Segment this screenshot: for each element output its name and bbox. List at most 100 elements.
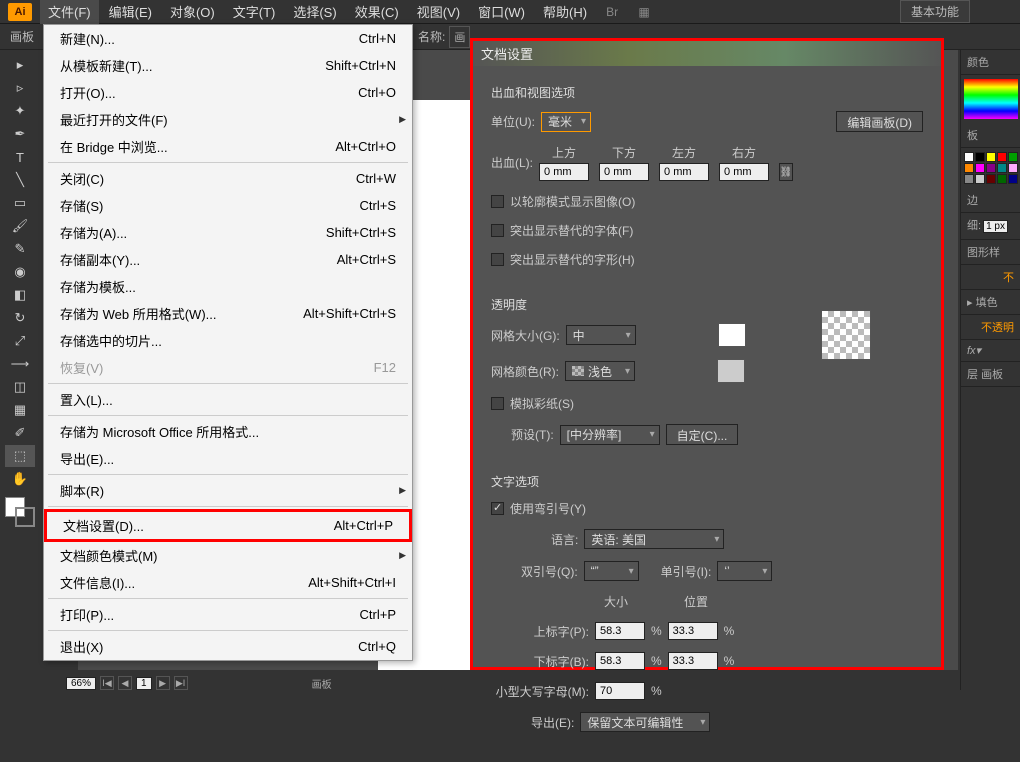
- workspace-switcher[interactable]: 基本功能: [900, 0, 970, 23]
- free-transform-tool[interactable]: ◫: [5, 376, 35, 398]
- color-swatch[interactable]: [986, 163, 996, 173]
- simulate-paper-checkbox[interactable]: [491, 397, 504, 410]
- selection-tool[interactable]: ▸: [5, 54, 35, 76]
- panel-tab[interactable]: 不: [961, 265, 1020, 290]
- color-swatch[interactable]: [975, 163, 985, 173]
- color-swatch[interactable]: [964, 152, 974, 162]
- file-menu-item[interactable]: 在 Bridge 中浏览...Alt+Ctrl+O: [44, 133, 412, 160]
- swatch-grid[interactable]: [964, 152, 1018, 184]
- file-menu-item[interactable]: 打开(O)...Ctrl+O: [44, 79, 412, 106]
- menu-object[interactable]: 对象(O): [162, 0, 223, 24]
- zoom-field[interactable]: 66%: [66, 677, 96, 690]
- bridge-icon[interactable]: Br: [600, 2, 624, 22]
- hand-tool[interactable]: ✋: [5, 468, 35, 490]
- file-menu-item[interactable]: 置入(L)...: [44, 386, 412, 413]
- file-menu-item[interactable]: 存储为 Microsoft Office 所用格式...: [44, 418, 412, 445]
- file-menu-item[interactable]: 存储为 Web 所用格式(W)...Alt+Shift+Ctrl+S: [44, 300, 412, 327]
- eraser-tool[interactable]: ◧: [5, 284, 35, 306]
- file-menu-item[interactable]: 文档颜色模式(M): [44, 542, 412, 569]
- file-menu-item[interactable]: 存储选中的切片...: [44, 327, 412, 354]
- file-menu-item[interactable]: 退出(X)Ctrl+Q: [44, 633, 412, 660]
- highlight-glyphs-checkbox[interactable]: [491, 253, 504, 266]
- preset-dropdown[interactable]: [中分辨率]: [560, 425, 660, 445]
- custom-button[interactable]: 自定(C)...: [666, 424, 739, 445]
- last-page-button[interactable]: ▶I: [174, 676, 188, 690]
- type-tool[interactable]: T: [5, 146, 35, 168]
- outline-checkbox[interactable]: [491, 195, 504, 208]
- next-page-button[interactable]: ▶: [156, 676, 170, 690]
- background-swatch[interactable]: [15, 507, 35, 527]
- panel-tab[interactable]: 不透明: [961, 315, 1020, 340]
- bleed-bottom-input[interactable]: [599, 163, 649, 181]
- menu-view[interactable]: 视图(V): [409, 0, 468, 24]
- menu-help[interactable]: 帮助(H): [535, 0, 595, 24]
- grid-size-dropdown[interactable]: 中: [566, 325, 636, 345]
- file-menu-item[interactable]: 存储为模板...: [44, 273, 412, 300]
- sub-size-input[interactable]: [595, 652, 645, 670]
- color-swatch[interactable]: [1008, 174, 1018, 184]
- menu-edit[interactable]: 编辑(E): [101, 0, 160, 24]
- export-dropdown[interactable]: 保留文本可编辑性: [580, 712, 710, 732]
- arrange-icon[interactable]: ▦: [632, 2, 656, 22]
- highlight-fonts-checkbox[interactable]: [491, 224, 504, 237]
- menu-select[interactable]: 选择(S): [285, 0, 344, 24]
- file-menu-item[interactable]: 导出(E)...: [44, 445, 412, 472]
- artboard-tool[interactable]: ⬚: [5, 445, 35, 467]
- bleed-left-input[interactable]: [659, 163, 709, 181]
- panel-tab[interactable]: 图形样: [961, 240, 1020, 265]
- color-swatch[interactable]: [964, 163, 974, 173]
- brush-tool[interactable]: 🖌: [5, 215, 35, 237]
- file-menu-item[interactable]: 文件信息(I)...Alt+Shift+Ctrl+I: [44, 569, 412, 596]
- rectangle-tool[interactable]: ▭: [5, 192, 35, 214]
- color-swatch[interactable]: [997, 163, 1007, 173]
- menu-window[interactable]: 窗口(W): [470, 0, 533, 24]
- color-swatch[interactable]: [975, 152, 985, 162]
- fx-icon[interactable]: fx▾: [961, 340, 1020, 362]
- line-tool[interactable]: ╲: [5, 169, 35, 191]
- magic-wand-tool[interactable]: ✦: [5, 100, 35, 122]
- sub-pos-input[interactable]: [668, 652, 718, 670]
- color-swatch[interactable]: [1008, 152, 1018, 162]
- menu-effect[interactable]: 效果(C): [347, 0, 407, 24]
- first-page-button[interactable]: I◀: [100, 676, 114, 690]
- file-menu-item[interactable]: 最近打开的文件(F): [44, 106, 412, 133]
- panel-tab[interactable]: 边: [961, 188, 1020, 213]
- sup-pos-input[interactable]: [668, 622, 718, 640]
- blob-tool[interactable]: ◉: [5, 261, 35, 283]
- sup-size-input[interactable]: [595, 622, 645, 640]
- grid-white-swatch[interactable]: [718, 323, 746, 347]
- file-menu-item[interactable]: 打印(P)...Ctrl+P: [44, 601, 412, 628]
- use-quotes-checkbox[interactable]: [491, 502, 504, 515]
- menu-file[interactable]: 文件(F): [40, 0, 99, 24]
- file-menu-item[interactable]: 脚本(R): [44, 477, 412, 504]
- bleed-top-input[interactable]: [539, 163, 589, 181]
- file-menu-item[interactable]: 关闭(C)Ctrl+W: [44, 165, 412, 192]
- color-swatch[interactable]: [997, 152, 1007, 162]
- panel-tab[interactable]: 颜色: [961, 50, 1020, 75]
- smallcap-input[interactable]: [595, 682, 645, 700]
- color-swatch[interactable]: [997, 174, 1007, 184]
- scale-tool[interactable]: ⤢: [5, 330, 35, 352]
- panel-tab[interactable]: 板: [961, 123, 1020, 148]
- file-menu-item[interactable]: 从模板新建(T)...Shift+Ctrl+N: [44, 52, 412, 79]
- direct-selection-tool[interactable]: ▹: [5, 77, 35, 99]
- color-swatch[interactable]: [1008, 163, 1018, 173]
- page-field[interactable]: 1: [136, 677, 152, 690]
- pen-tool[interactable]: ✒: [5, 123, 35, 145]
- dquote-dropdown[interactable]: “”: [584, 561, 639, 581]
- grid-grey-swatch[interactable]: [717, 359, 745, 383]
- color-spectrum[interactable]: [964, 79, 1018, 119]
- file-menu-item[interactable]: 存储副本(Y)...Alt+Ctrl+S: [44, 246, 412, 273]
- color-swatch[interactable]: [986, 174, 996, 184]
- file-menu-item[interactable]: 恢复(V)F12: [44, 354, 412, 381]
- grid-color-dropdown[interactable]: 浅色: [565, 361, 635, 381]
- color-swatch[interactable]: [986, 152, 996, 162]
- prev-page-button[interactable]: ◀: [118, 676, 132, 690]
- lang-dropdown[interactable]: 英语: 美国: [584, 529, 724, 549]
- name-field[interactable]: 画: [449, 26, 470, 48]
- stroke-width-input[interactable]: 1 px: [983, 220, 1008, 233]
- edit-artboards-button[interactable]: 编辑画板(D): [836, 111, 923, 132]
- squote-dropdown[interactable]: ‘’: [717, 561, 772, 581]
- gradient-tool[interactable]: ▦: [5, 399, 35, 421]
- file-menu-item[interactable]: 存储为(A)...Shift+Ctrl+S: [44, 219, 412, 246]
